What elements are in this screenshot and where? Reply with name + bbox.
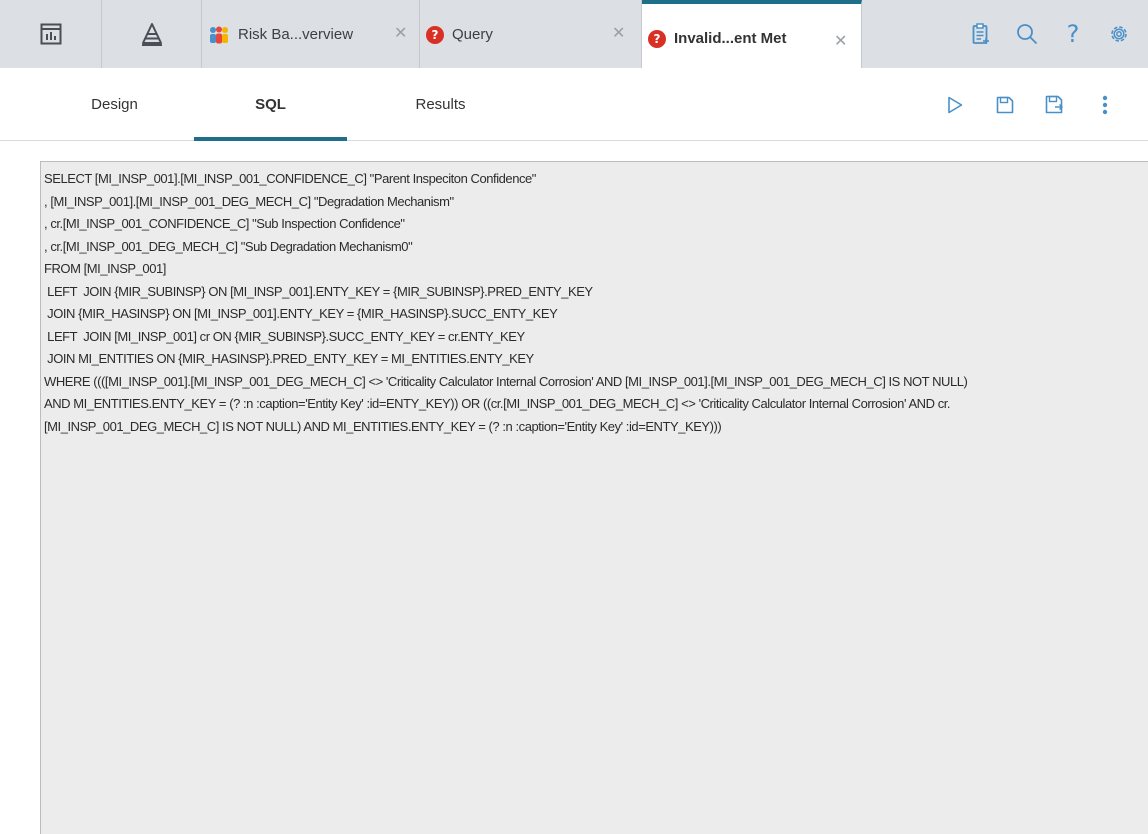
dashboard-tab[interactable] [0, 0, 102, 68]
help-icon: ? [1066, 20, 1080, 48]
save-icon [996, 96, 1014, 113]
tab-title: Invalid...ent Met [674, 30, 787, 47]
risk-people-icon [210, 26, 228, 44]
tab-invalid-ent-met[interactable]: ? Invalid...ent Met ✕ [642, 0, 862, 68]
sql-editor[interactable]: SELECT [MI_INSP_001].[MI_INSP_001_CONFID… [40, 161, 1148, 834]
tab-sql[interactable]: SQL [194, 68, 347, 141]
query-actions [930, 68, 1130, 141]
close-icon[interactable]: ✕ [834, 34, 847, 50]
sql-line: FROM [MI_INSP_001] [44, 261, 166, 276]
error-icon: ? [426, 26, 444, 44]
search-icon [1017, 24, 1038, 45]
help-button[interactable]: ? [1050, 20, 1096, 48]
clipboard-icon [972, 23, 989, 44]
error-icon: ? [648, 30, 666, 48]
sql-line: SELECT [MI_INSP_001].[MI_INSP_001_CONFID… [44, 171, 536, 186]
sql-line: LEFT JOIN {MIR_SUBINSP} ON [MI_INSP_001]… [44, 283, 593, 299]
search-button[interactable] [1004, 23, 1050, 45]
tab-query[interactable]: ? Query ✕ [420, 0, 642, 68]
top-tab-bar: Risk Ba...verview ✕ ? Query ✕ ? Invalid.… [0, 0, 1148, 68]
more-button[interactable] [1080, 95, 1130, 115]
settings-icon [1111, 26, 1127, 42]
sql-line: JOIN MI_ENTITIES ON {MIR_HASINSP}.PRED_E… [44, 351, 534, 366]
settings-button[interactable] [1096, 23, 1142, 45]
sql-line: AND MI_ENTITIES.ENTY_KEY = (? :n :captio… [44, 396, 951, 411]
tab-title: Risk Ba...verview [238, 26, 354, 43]
pyramid-tab[interactable] [102, 0, 202, 68]
sql-line: , cr.[MI_INSP_001_DEG_MECH_C] "Sub Degra… [44, 238, 413, 254]
sql-line: , cr.[MI_INSP_001_CONFIDENCE_C] "Sub Ins… [44, 216, 405, 231]
sql-line: JOIN {MIR_HASINSP} ON [MI_INSP_001].ENTY… [44, 306, 558, 321]
tab-title: Query [452, 26, 493, 43]
run-button[interactable] [930, 96, 980, 114]
close-icon[interactable]: ✕ [612, 26, 625, 42]
tab-results[interactable]: Results [364, 68, 517, 141]
clipboard-button[interactable] [958, 23, 1004, 45]
sql-line: LEFT JOIN [MI_INSP_001] cr ON {MIR_SUBIN… [44, 328, 525, 344]
more-icon [1102, 95, 1108, 114]
tab-design[interactable]: Design [38, 68, 191, 141]
tab-risk-overview[interactable]: Risk Ba...verview ✕ [202, 0, 420, 68]
close-icon[interactable]: ✕ [394, 26, 407, 42]
global-toolbar: ? [958, 0, 1142, 68]
save-button[interactable] [980, 96, 1030, 114]
save-as-button[interactable] [1030, 95, 1080, 115]
save-as-icon [1045, 95, 1063, 113]
sql-line: , [MI_INSP_001].[MI_INSP_001_DEG_MECH_C]… [44, 193, 454, 209]
pyramid-icon [141, 23, 162, 46]
dashboard-icon [40, 23, 61, 45]
run-icon [948, 96, 963, 113]
sql-line: WHERE ((([MI_INSP_001].[MI_INSP_001_DEG_… [44, 373, 968, 389]
sql-line: [MI_INSP_001_DEG_MECH_C] IS NOT NULL) AN… [44, 418, 722, 434]
